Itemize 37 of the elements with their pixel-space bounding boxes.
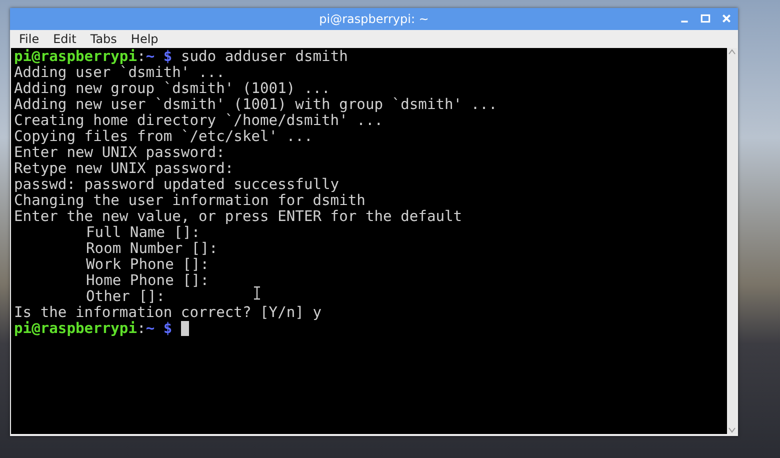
close-icon[interactable] <box>721 13 732 24</box>
field-prompt: Other []: <box>86 288 166 305</box>
field-prompt: Work Phone []: <box>86 256 210 273</box>
prompt-path: ~ <box>146 320 155 337</box>
prompt-symbol: $ <box>163 320 172 337</box>
output-line: Copying files from `/etc/skel' ... <box>14 128 313 145</box>
output-line: Creating home directory `/home/dsmith' ... <box>14 112 384 129</box>
field-prompt: Full Name []: <box>86 224 200 241</box>
command-text: sudo adduser dsmith <box>180 48 348 65</box>
i-beam-cursor-icon <box>253 286 261 300</box>
prompt-path: ~ <box>146 48 155 65</box>
output-line: Retype new UNIX password: <box>14 160 234 177</box>
menu-item[interactable]: Edit <box>52 32 78 46</box>
output-line: Adding user `dsmith' ... <box>14 64 225 81</box>
maximize-icon[interactable] <box>700 13 711 24</box>
output-line: Adding new group `dsmith' (1001) ... <box>14 80 330 97</box>
output-line: passwd: password updated successfully <box>14 176 340 193</box>
scrollbar[interactable] <box>727 48 737 434</box>
output-line: Enter new UNIX password: <box>14 144 225 161</box>
scroll-down-icon[interactable] <box>727 426 737 434</box>
output-line: Enter the new value, or press ENTER for the default <box>14 208 462 225</box>
text-cursor <box>180 321 189 336</box>
output-line: Adding new user `dsmith' (1001) with group `dsmith' ... <box>14 96 498 113</box>
menu-item[interactable]: Tabs <box>89 32 118 46</box>
prompt-user-host: pi@raspberrypi <box>14 48 138 65</box>
menu-item[interactable]: File <box>18 32 40 46</box>
scroll-up-icon[interactable] <box>727 48 737 56</box>
field-prompt: Home Phone []: <box>86 272 210 289</box>
output-line: Changing the user information for dsmith <box>14 192 366 209</box>
prompt-separator: : <box>137 48 146 65</box>
output-line: Is the information correct? [Y/n] y <box>14 304 322 321</box>
window-title: pi@raspberrypi: ~ <box>319 12 429 26</box>
field-prompt: Room Number []: <box>86 240 218 257</box>
prompt-user-host: pi@raspberrypi <box>14 320 138 337</box>
menu-item[interactable]: Help <box>130 32 160 46</box>
prompt-separator: : <box>137 320 146 337</box>
prompt-symbol: $ <box>163 48 172 65</box>
